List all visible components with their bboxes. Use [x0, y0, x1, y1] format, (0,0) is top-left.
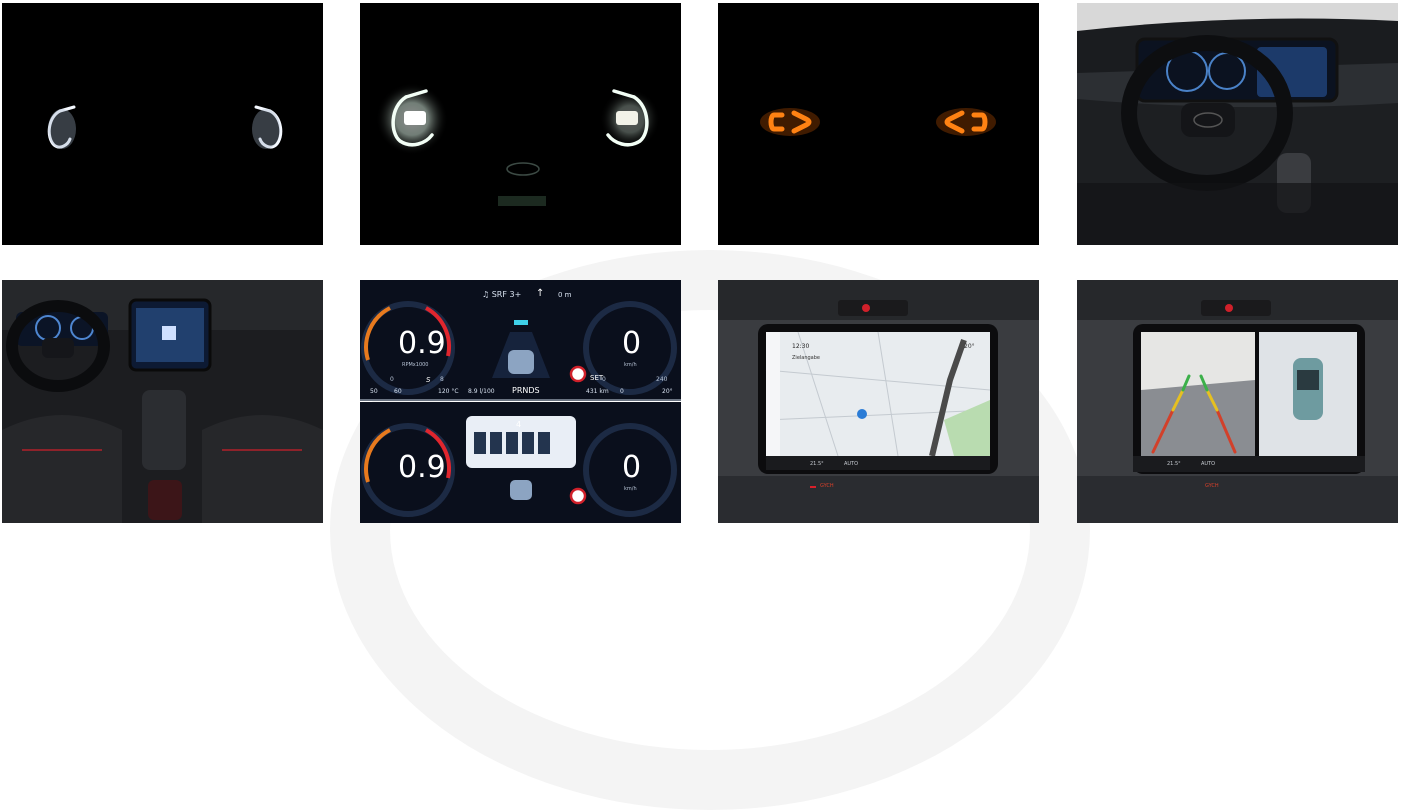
gear-selector: PRNDS: [512, 386, 540, 395]
nav-arrow: ↑: [536, 288, 545, 299]
consumption: 8.9 l/100: [468, 388, 495, 395]
photo-headlights-on-night[interactable]: [360, 3, 681, 245]
nav-distance: 0 m: [558, 291, 572, 299]
nav-climate-mode[interactable]: AUTO: [844, 461, 858, 467]
speed-unit: km/h: [624, 362, 637, 368]
nav-brand: GYCH: [820, 483, 834, 489]
photo-steering-dashboard[interactable]: [1077, 3, 1398, 245]
rpm-value-bottom: 0.9: [398, 450, 446, 485]
temp-high: 120 °C: [438, 388, 459, 395]
photo-rear-lights-night[interactable]: [718, 3, 1039, 245]
cam-brand: GYCH: [1205, 483, 1219, 489]
temp-low: 60: [394, 388, 402, 395]
gear-number: 4: [516, 420, 522, 429]
drive-mode: S: [426, 376, 431, 384]
rpm-max: 8: [440, 376, 444, 383]
photo-camera-screen[interactable]: 21.5° AUTO GYCH: [1077, 280, 1398, 523]
speed-value-bottom: 0: [622, 450, 642, 485]
nav-temp: 20°: [964, 343, 975, 350]
outside-temp: 20°: [662, 388, 673, 395]
photo-interior-wide[interactable]: [2, 280, 323, 523]
rpm-label: RPMx1000: [402, 362, 429, 368]
speed-value: 0: [622, 326, 642, 361]
set-label: SET: [590, 374, 604, 382]
media-label: ♫ SRF 3+: [482, 290, 522, 299]
speed-unit-bottom: km/h: [624, 486, 637, 492]
photo-instrument-cluster[interactable]: ♫ SRF 3+ ↑ 0 m 0.9 RPMx1000 0 8 S 0 km/h…: [360, 280, 681, 523]
rpm-min: 0: [390, 376, 394, 383]
cam-climate-left[interactable]: 21.5°: [1167, 461, 1181, 467]
range: 431 km: [586, 388, 609, 395]
cam-climate-mode[interactable]: AUTO: [1201, 461, 1215, 467]
range-zero: 0: [620, 388, 624, 395]
nav-destination[interactable]: Zielangabe: [792, 355, 820, 361]
speed-max: 240: [656, 376, 668, 383]
rpm-value: 0.9: [398, 326, 446, 361]
nav-time: 12:30: [792, 343, 810, 350]
photo-navigation-screen[interactable]: 12:30 Zielangabe 20° 21.5° AUTO GYCH: [718, 280, 1039, 523]
nav-climate-left[interactable]: 21.5°: [810, 461, 824, 467]
photo-drl-front-night[interactable]: [2, 3, 323, 245]
fuel-level: 50: [370, 388, 378, 395]
